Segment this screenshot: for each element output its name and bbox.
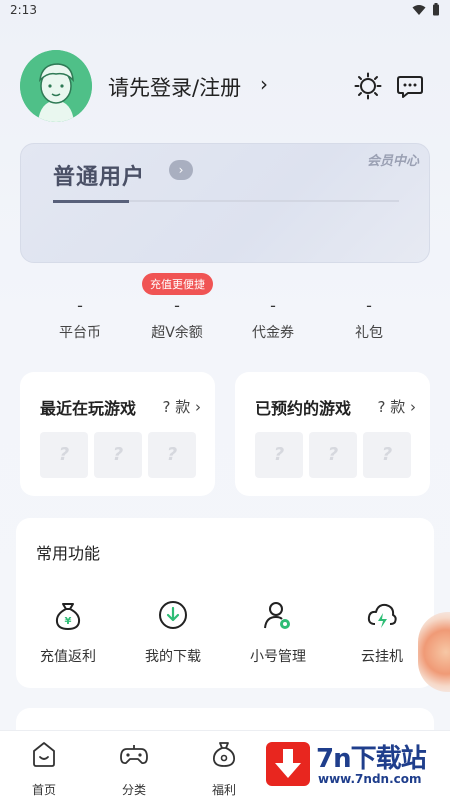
status-bar: 2:13 [0, 0, 450, 24]
theme-toggle-button[interactable] [354, 72, 382, 100]
wifi-icon [412, 4, 426, 15]
function-label: 我的下载 [145, 649, 201, 665]
battery-icon [433, 3, 439, 16]
stat-value: - [174, 296, 180, 315]
watermark-title: 7n下载站 [316, 744, 427, 774]
status-icons [412, 3, 440, 16]
member-level-title: 普通用户 [53, 165, 146, 190]
member-progress-fill [53, 200, 130, 203]
nav-welfare[interactable]: 福利 [194, 739, 254, 798]
game-slot-placeholder: ? [255, 432, 303, 478]
reserved-games-card[interactable]: 已预约的游戏 ? 款 › ? ? ? [235, 372, 430, 496]
stat-label: 超V余额 [151, 325, 203, 341]
stat-value: - [270, 296, 276, 315]
function-cloud-hosting[interactable]: 云挂机 [342, 598, 422, 666]
stat-super-v-balance[interactable]: - 超V余额 [137, 296, 217, 342]
message-icon [397, 76, 423, 98]
money-bag-icon: ¥ [55, 603, 81, 631]
game-slot-placeholder: ? [40, 432, 88, 478]
stat-label: 代金券 [252, 325, 294, 341]
nav-label: 分类 [121, 783, 146, 797]
member-card[interactable]: 普通用户 › 会员中心 [20, 143, 430, 263]
account-manage-icon [264, 602, 290, 629]
game-slot-placeholder: ? [94, 432, 142, 478]
login-register-link[interactable]: 请先登录/注册 [108, 72, 241, 102]
site-watermark: 7n下载站 www.7ndn.com [262, 736, 442, 792]
sun-icon [354, 72, 382, 100]
stat-label: 礼包 [355, 325, 383, 341]
common-functions-card: 常用功能 ¥ 充值返利 我的下载 小号管理 云挂机 [16, 518, 434, 688]
game-slot-placeholder: ? [148, 432, 196, 478]
nav-label: 福利 [211, 783, 236, 797]
watermark-logo [266, 742, 310, 786]
recent-games-title: 最近在玩游戏 [40, 399, 137, 418]
stat-value: - [77, 296, 83, 315]
function-label: 云挂机 [361, 649, 403, 665]
wallet-stats: 充值更便捷 - 平台币 - 超V余额 - 代金券 - 礼包 [30, 270, 420, 350]
gamepad-icon [120, 745, 148, 765]
avatar-illustration [20, 50, 92, 122]
cloud-bolt-icon [367, 603, 397, 628]
avatar[interactable] [20, 50, 92, 122]
game-slot-placeholder: ? [309, 432, 357, 478]
recent-games-card[interactable]: 最近在玩游戏 ? 款 › ? ? ? [20, 372, 215, 496]
stat-value: - [366, 296, 372, 315]
profile-header: 请先登录/注册 › [20, 50, 430, 122]
function-label: 充值返利 [40, 649, 96, 665]
nav-home[interactable]: 首页 [14, 739, 74, 798]
watermark-url: www.7ndn.com [318, 772, 422, 786]
stat-gift-pack[interactable]: - 礼包 [329, 296, 409, 342]
nav-category[interactable]: 分类 [104, 739, 164, 798]
stat-voucher[interactable]: - 代金券 [233, 296, 313, 342]
home-icon [33, 742, 55, 767]
game-slot-placeholder: ? [363, 432, 411, 478]
member-center-link[interactable]: 会员中心 [367, 150, 419, 169]
function-label: 小号管理 [250, 649, 306, 665]
gift-bag-icon [213, 742, 235, 767]
reserved-games-count[interactable]: ? 款 › [378, 396, 417, 417]
download-icon [159, 601, 187, 629]
nav-label: 首页 [31, 783, 56, 797]
recent-games-slots: ? ? ? [40, 432, 196, 478]
function-my-downloads[interactable]: 我的下载 [133, 598, 213, 666]
stat-platform-coin[interactable]: - 平台币 [40, 296, 120, 342]
chevron-right-icon[interactable]: › [260, 72, 268, 96]
watermark-download-arrow-icon [275, 749, 301, 778]
messages-button[interactable] [396, 72, 424, 100]
function-sub-account-manage[interactable]: 小号管理 [238, 598, 318, 666]
member-arrow-icon[interactable]: › [169, 160, 193, 180]
reserved-games-slots: ? ? ? [255, 432, 411, 478]
recent-games-count[interactable]: ? 款 › [163, 396, 202, 417]
function-recharge-rebate[interactable]: ¥ 充值返利 [28, 598, 108, 666]
common-functions-title: 常用功能 [36, 544, 101, 563]
svg-text:¥: ¥ [65, 616, 72, 627]
reserved-games-title: 已预约的游戏 [255, 399, 352, 418]
stat-label: 平台币 [59, 325, 101, 341]
status-time: 2:13 [10, 3, 37, 17]
recharge-badge[interactable]: 充值更便捷 [142, 273, 213, 295]
member-progress-bar [53, 200, 399, 203]
